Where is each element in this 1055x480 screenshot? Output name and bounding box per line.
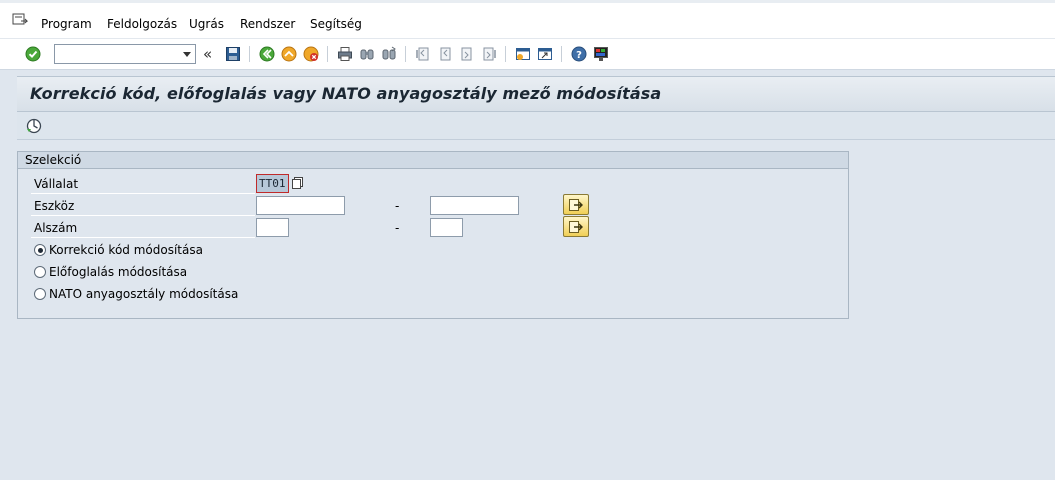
asset-range-dash: - bbox=[395, 199, 400, 213]
group-title: Szelekció bbox=[18, 152, 848, 169]
print-icon[interactable] bbox=[336, 45, 354, 63]
selection-group: Szelekció Vállalat Eszköz - Alszám - bbox=[17, 151, 849, 319]
enter-icon[interactable] bbox=[24, 45, 42, 63]
subnumber-label: Alszám bbox=[34, 221, 78, 235]
subnumber-multiple-selection-button[interactable] bbox=[563, 216, 589, 237]
svg-text:?: ? bbox=[576, 50, 582, 61]
shortcut-icon[interactable] bbox=[536, 45, 554, 63]
menu-segitseg[interactable]: Segítség bbox=[310, 17, 362, 31]
save-icon[interactable] bbox=[224, 45, 242, 63]
last-page-icon[interactable] bbox=[480, 45, 498, 63]
copy-icon[interactable] bbox=[291, 176, 305, 190]
radio-nato-class-label: NATO anyagosztály módosítása bbox=[49, 287, 239, 301]
find-next-icon[interactable] bbox=[380, 45, 398, 63]
back-icon[interactable] bbox=[258, 45, 276, 63]
page-title: Korrekció kód, előfoglalás vagy NATO any… bbox=[30, 84, 662, 103]
asset-to-input[interactable] bbox=[431, 197, 518, 214]
radio-nato-class[interactable]: NATO anyagosztály módosítása bbox=[34, 287, 238, 301]
command-input[interactable] bbox=[55, 45, 175, 63]
radio-unselected-icon[interactable] bbox=[34, 288, 46, 300]
company-field[interactable] bbox=[256, 174, 289, 193]
radio-correction-code[interactable]: Korrekció kód módosítása bbox=[34, 243, 203, 257]
next-page-icon[interactable] bbox=[458, 45, 476, 63]
multiple-selection-icon bbox=[569, 198, 583, 211]
help-icon[interactable]: ? bbox=[570, 45, 588, 63]
asset-label: Eszköz bbox=[34, 199, 75, 213]
radio-unselected-icon[interactable] bbox=[34, 266, 46, 278]
subnumber-from-field[interactable] bbox=[256, 218, 289, 237]
command-field[interactable] bbox=[54, 44, 196, 64]
find-icon[interactable] bbox=[358, 45, 376, 63]
asset-from-field[interactable] bbox=[256, 196, 345, 215]
create-session-icon[interactable] bbox=[514, 45, 532, 63]
system-menu-icon[interactable] bbox=[12, 13, 28, 27]
asset-from-input[interactable] bbox=[257, 197, 344, 214]
menu-bar: Program Feldolgozás Ugrás Rendszer Segít… bbox=[0, 0, 1055, 38]
application-toolbar bbox=[17, 112, 1055, 140]
double-chevron-left-icon[interactable]: « bbox=[203, 45, 212, 63]
exit-icon[interactable] bbox=[280, 45, 298, 63]
menu-program[interactable]: Program bbox=[41, 17, 92, 31]
radio-correction-code-label: Korrekció kód módosítása bbox=[49, 243, 203, 257]
chevron-down-icon[interactable] bbox=[183, 52, 191, 57]
asset-to-field[interactable] bbox=[430, 196, 519, 215]
subnumber-to-field[interactable] bbox=[430, 218, 463, 237]
menu-ugras[interactable]: Ugrás bbox=[189, 17, 224, 31]
customize-layout-icon[interactable] bbox=[592, 45, 610, 63]
previous-page-icon[interactable] bbox=[436, 45, 454, 63]
title-bar: Korrekció kód, előfoglalás vagy NATO any… bbox=[17, 76, 1055, 112]
radio-selected-icon[interactable] bbox=[34, 244, 46, 256]
company-label: Vállalat bbox=[34, 177, 79, 191]
cancel-icon[interactable] bbox=[302, 45, 320, 63]
subnumber-from-input[interactable] bbox=[257, 219, 288, 236]
subnumber-range-dash: - bbox=[395, 221, 400, 235]
first-page-icon[interactable] bbox=[414, 45, 432, 63]
radio-prebooking-label: Előfoglalás módosítása bbox=[49, 265, 188, 279]
asset-multiple-selection-button[interactable] bbox=[563, 194, 589, 215]
subnumber-to-input[interactable] bbox=[431, 219, 462, 236]
menu-rendszer[interactable]: Rendszer bbox=[240, 17, 295, 31]
menu-feldolgozas[interactable]: Feldolgozás bbox=[107, 17, 177, 31]
radio-prebooking[interactable]: Előfoglalás módosítása bbox=[34, 265, 187, 279]
standard-toolbar: « ? bbox=[0, 38, 1055, 70]
multiple-selection-icon bbox=[569, 220, 583, 233]
execute-icon[interactable] bbox=[25, 117, 43, 135]
company-input[interactable] bbox=[257, 175, 288, 192]
